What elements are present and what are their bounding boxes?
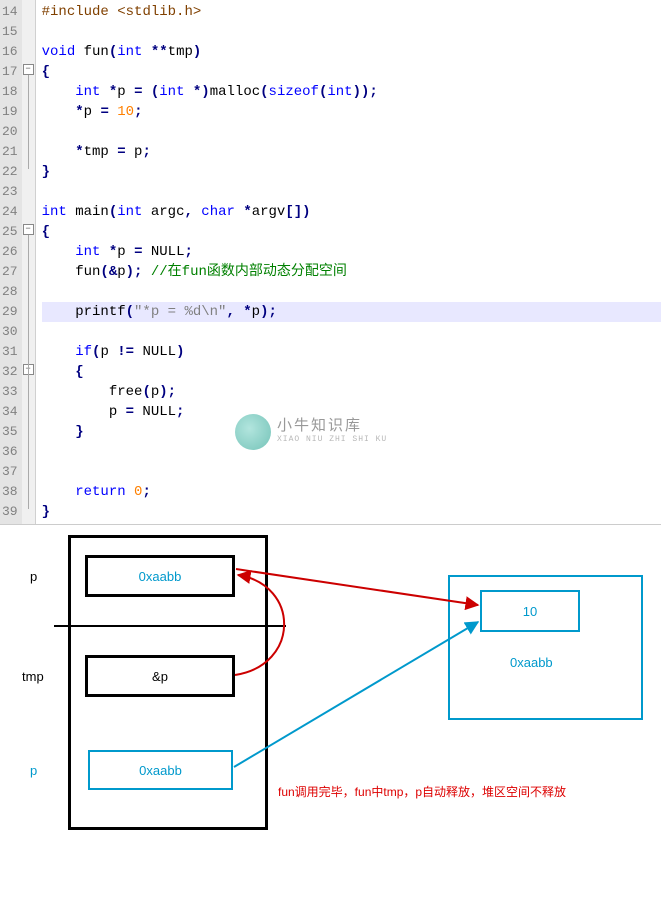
code-line: } <box>42 422 661 442</box>
fun-p-value: 0xaabb <box>139 763 182 778</box>
code-line <box>42 282 661 302</box>
line-number: 32 <box>2 362 18 382</box>
heap-value-box: 10 <box>480 590 580 632</box>
line-number: 27 <box>2 262 18 282</box>
line-number: 19 <box>2 102 18 122</box>
line-number: 35 <box>2 422 18 442</box>
code-line: { <box>42 62 661 82</box>
code-line: p = NULL; <box>42 402 661 422</box>
line-number: 18 <box>2 82 18 102</box>
code-content: #include <stdlib.h> void fun(int **tmp){… <box>36 0 661 524</box>
code-line: } <box>42 162 661 182</box>
fun-p-box: 0xaabb <box>88 750 233 790</box>
fold-toggle[interactable]: − <box>23 224 34 235</box>
main-p-label: p <box>30 569 37 584</box>
heap-addr-label: 0xaabb <box>510 655 553 670</box>
line-number-gutter: 1415161718192021222324252627282930313233… <box>0 0 22 524</box>
code-line: #include <stdlib.h> <box>42 2 661 22</box>
tmp-box: &p <box>85 655 235 697</box>
code-editor: 1415161718192021222324252627282930313233… <box>0 0 661 525</box>
line-number: 17 <box>2 62 18 82</box>
line-number: 28 <box>2 282 18 302</box>
line-number: 37 <box>2 462 18 482</box>
line-number: 31 <box>2 342 18 362</box>
code-line: int *p = (int *)malloc(sizeof(int)); <box>42 82 661 102</box>
code-line <box>42 442 661 462</box>
code-line: fun(&p); //在fun函数内部动态分配空间 <box>42 262 661 282</box>
line-number: 29 <box>2 302 18 322</box>
code-line: { <box>42 222 661 242</box>
fold-column: −−− <box>22 0 36 524</box>
code-line: return 0; <box>42 482 661 502</box>
code-line: free(p); <box>42 382 661 402</box>
code-line: int main(int argc, char *argv[]) <box>42 202 661 222</box>
code-line <box>42 462 661 482</box>
line-number: 33 <box>2 382 18 402</box>
code-line <box>42 122 661 142</box>
code-line: printf("*p = %d\n", *p); <box>42 302 661 322</box>
line-number: 21 <box>2 142 18 162</box>
tmp-value: &p <box>152 669 168 684</box>
code-line: { <box>42 362 661 382</box>
code-line: } <box>42 502 661 522</box>
code-line: int *p = NULL; <box>42 242 661 262</box>
line-number: 15 <box>2 22 18 42</box>
line-number: 24 <box>2 202 18 222</box>
code-line: *p = 10; <box>42 102 661 122</box>
line-number: 26 <box>2 242 18 262</box>
code-line: if(p != NULL) <box>42 342 661 362</box>
tmp-label: tmp <box>22 669 44 684</box>
line-number: 22 <box>2 162 18 182</box>
line-number: 14 <box>2 2 18 22</box>
line-number: 30 <box>2 322 18 342</box>
code-line <box>42 182 661 202</box>
code-line: void fun(int **tmp) <box>42 42 661 62</box>
main-p-box: 0xaabb <box>85 555 235 597</box>
line-number: 34 <box>2 402 18 422</box>
fold-toggle[interactable]: − <box>23 64 34 75</box>
heap-value: 10 <box>523 604 537 619</box>
memory-diagram: 0xaabb p &p tmp 0xaabb p 10 0xaabb fun调用… <box>0 525 661 845</box>
line-number: 36 <box>2 442 18 462</box>
line-number: 23 <box>2 182 18 202</box>
code-line <box>42 22 661 42</box>
line-number: 16 <box>2 42 18 62</box>
diagram-note: fun调用完毕，fun中tmp，p自动释放，堆区空间不释放 <box>278 783 658 800</box>
code-line: *tmp = p; <box>42 142 661 162</box>
line-number: 20 <box>2 122 18 142</box>
fun-p-label: p <box>30 763 37 778</box>
code-line <box>42 322 661 342</box>
main-p-value: 0xaabb <box>139 569 182 584</box>
stack-divider <box>54 625 286 627</box>
line-number: 25 <box>2 222 18 242</box>
line-number: 39 <box>2 502 18 522</box>
line-number: 38 <box>2 482 18 502</box>
